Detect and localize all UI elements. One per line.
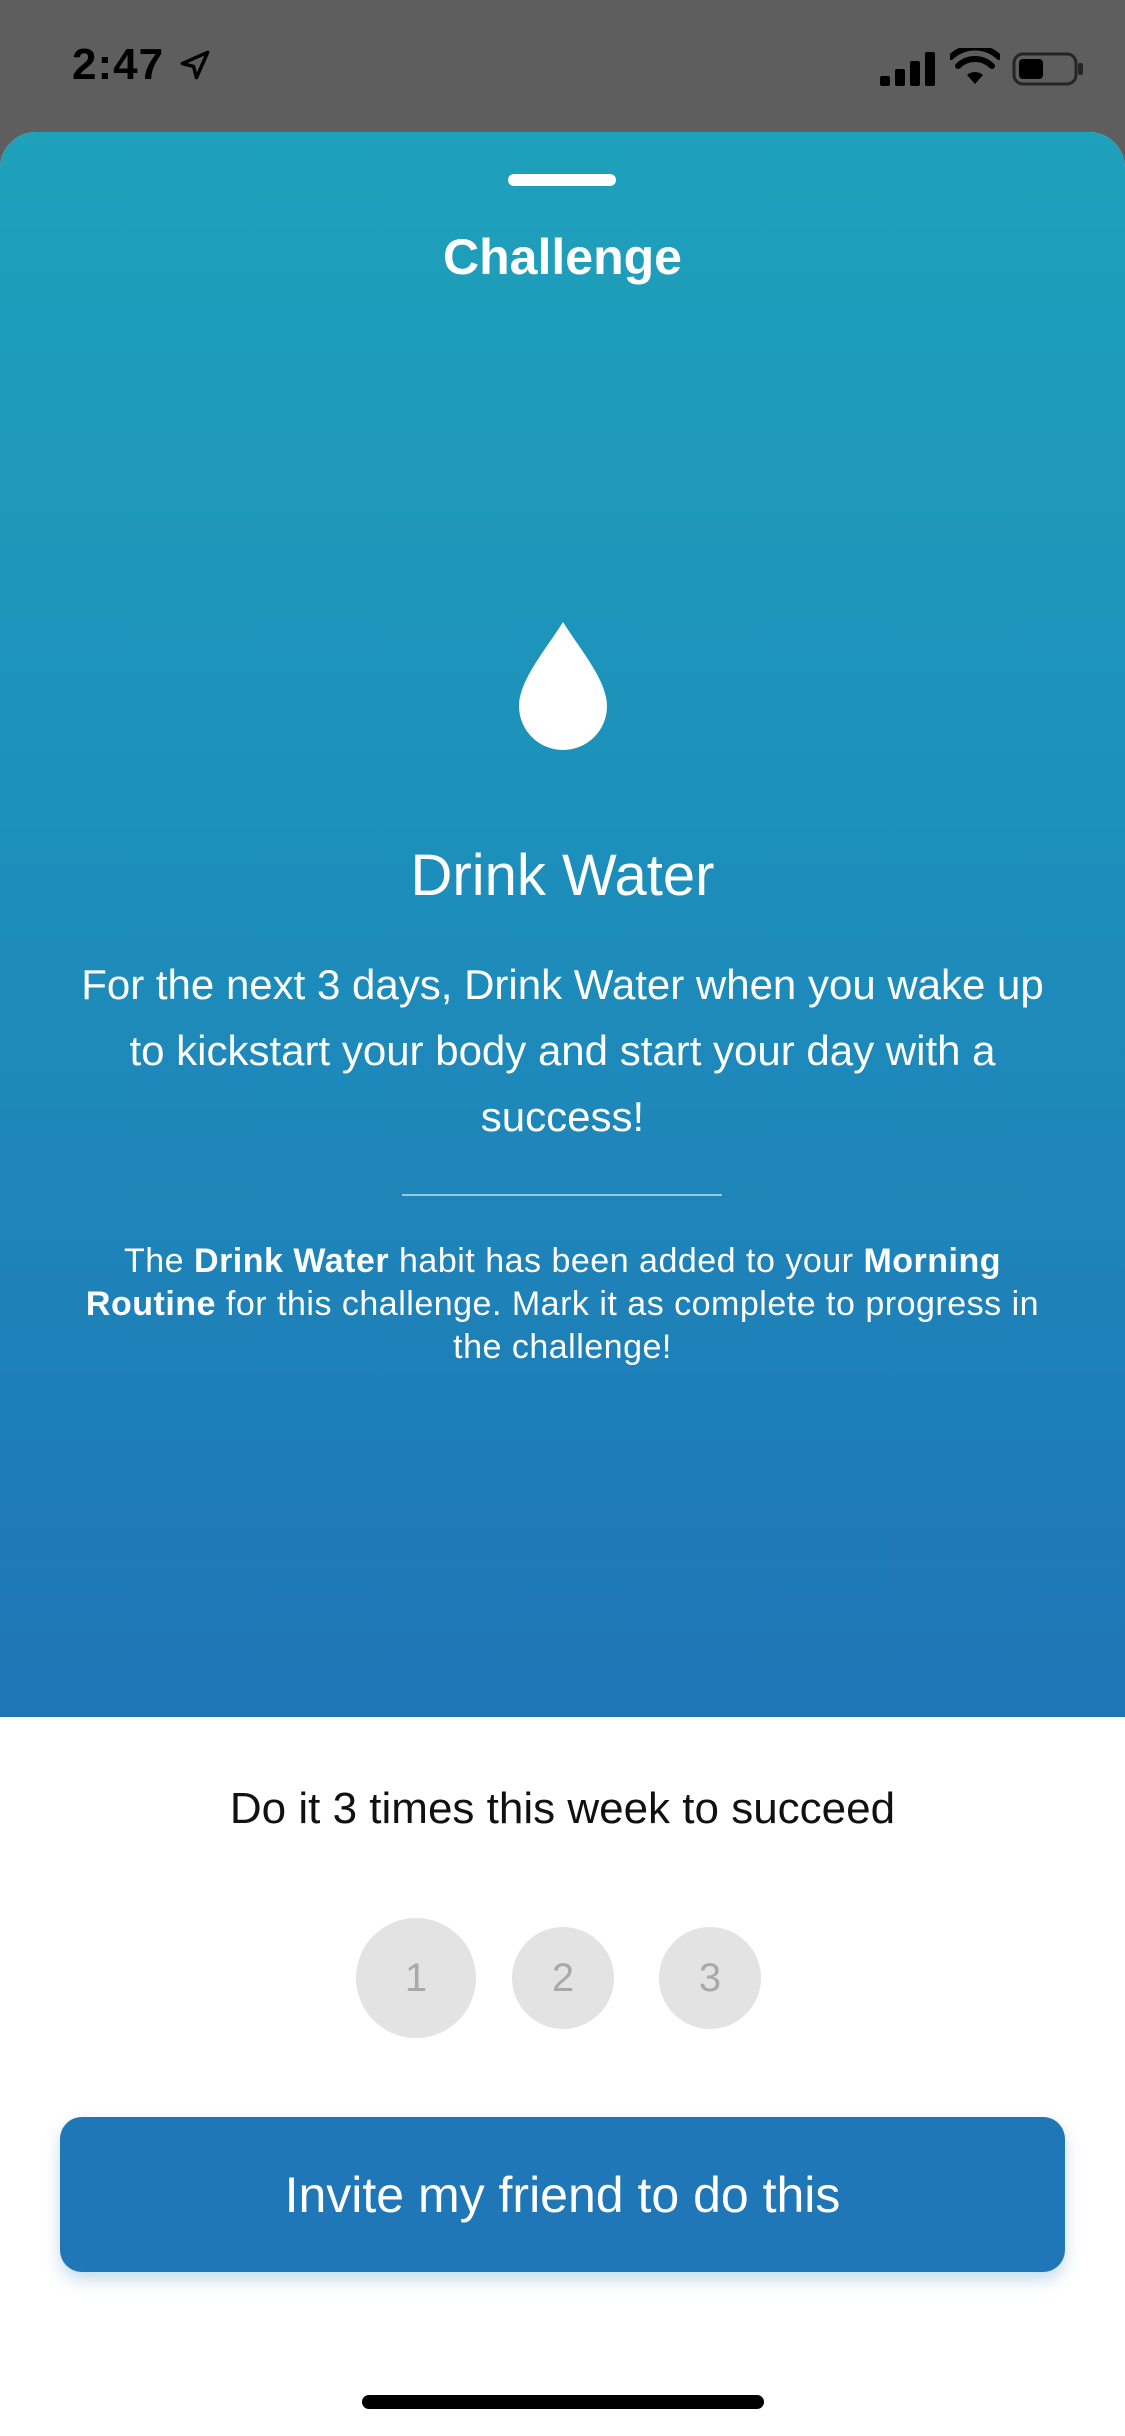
note-text: The: [123, 1242, 195, 1280]
day-indicator-3: 3: [659, 1927, 761, 2029]
challenge-hero: Challenge Drink Water For the next 3 day…: [0, 132, 1125, 1717]
goal-text: Do it 3 times this week to succeed: [229, 1784, 896, 1833]
status-bar: 2:47: [0, 0, 1125, 130]
sheet-title: Challenge: [443, 229, 682, 285]
home-indicator: [362, 2395, 764, 2409]
habit-description: For the next 3 days, Drink Water when yo…: [81, 961, 1044, 1140]
battery-icon: [1012, 52, 1083, 86]
note-habit-name: Drink Water: [194, 1242, 390, 1280]
day-indicator-2: 2: [512, 1927, 614, 2029]
status-time: 2:47: [72, 40, 165, 89]
location-arrow-icon: [180, 50, 210, 80]
divider: [402, 1194, 722, 1196]
sheet-grabber[interactable]: [508, 174, 616, 186]
signal-icon: [880, 52, 935, 86]
habit-note: The Drink Water habit has been added to …: [70, 1240, 1055, 1369]
wifi-icon: [950, 48, 1000, 84]
note-text: habit has been added to your: [389, 1242, 864, 1280]
challenge-sheet: Challenge Drink Water For the next 3 day…: [0, 132, 1125, 2436]
day-indicator-1: 1: [356, 1918, 476, 2038]
water-drop-icon: [519, 622, 607, 750]
habit-name: Drink Water: [410, 843, 715, 908]
note-text: for this challenge. Mark it as complete …: [215, 1285, 1040, 1366]
invite-friend-button[interactable]: Invite my friend to do this: [60, 2117, 1065, 2272]
